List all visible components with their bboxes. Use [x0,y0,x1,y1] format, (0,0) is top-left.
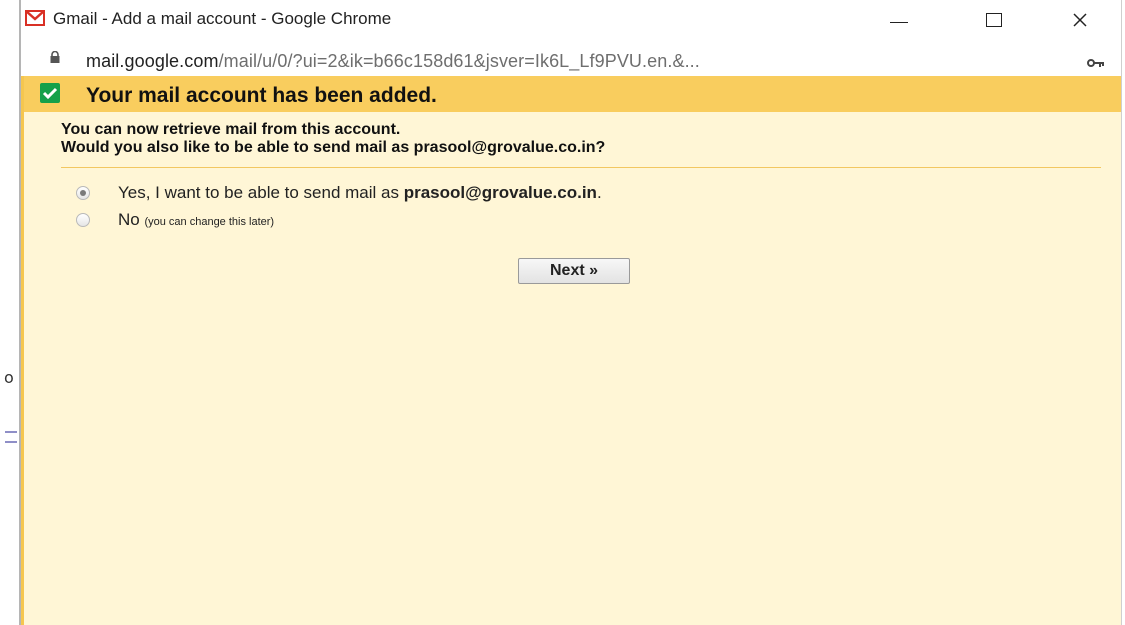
close-icon [1073,13,1087,27]
option-no-note: (you can change this later) [144,216,275,228]
url-host: mail.google.com [86,51,219,71]
window-title: Gmail - Add a mail account - Google Chro… [53,9,392,28]
info-line-send-question: Would you also like to be able to send m… [61,139,606,156]
key-icon[interactable] [1087,58,1105,68]
maximize-button[interactable] [971,2,1017,38]
url-text[interactable]: mail.google.com/mail/u/0/?ui=2&ik=b66c15… [86,51,700,72]
background-window-edge: o [0,0,20,625]
url-path: /mail/u/0/?ui=2&ik=b66c158d61&jsver=Ik6L… [218,51,700,71]
checkmark-icon [40,83,60,103]
divider [61,167,1101,168]
option-yes-prefix: Yes, I want to be able to send mail as [118,183,404,202]
radio-no[interactable] [76,213,90,227]
title-bar[interactable]: Gmail - Add a mail account - Google Chro… [21,0,1121,40]
minimize-icon [890,21,908,23]
maximize-icon [986,13,1002,27]
minimize-button[interactable] [876,2,922,38]
option-yes-suffix: . [596,183,602,202]
success-banner: Your mail account has been added. [24,76,1121,112]
radio-selected-dot [80,190,86,196]
option-no-label[interactable]: No (you can change this later) [118,210,274,230]
option-yes-label[interactable]: Yes, I want to be able to send mail as p… [118,183,602,203]
option-no-text: No [118,210,140,229]
chrome-popup-window: Gmail - Add a mail account - Google Chro… [21,0,1122,625]
radio-yes[interactable] [76,186,90,200]
option-yes-email: prasool@grovalue.co.in [403,183,597,202]
background-text-fragment: o [4,368,14,387]
gmail-icon [25,10,45,26]
lock-icon[interactable] [49,51,61,63]
next-button[interactable]: Next » [518,258,630,284]
info-line-retrieve: You can now retrieve mail from this acco… [61,121,401,138]
banner-title: Your mail account has been added. [86,84,437,107]
close-button[interactable] [1057,2,1103,38]
dialog-content: Your mail account has been added. You ca… [21,76,1121,625]
background-menu-icon [5,431,17,443]
